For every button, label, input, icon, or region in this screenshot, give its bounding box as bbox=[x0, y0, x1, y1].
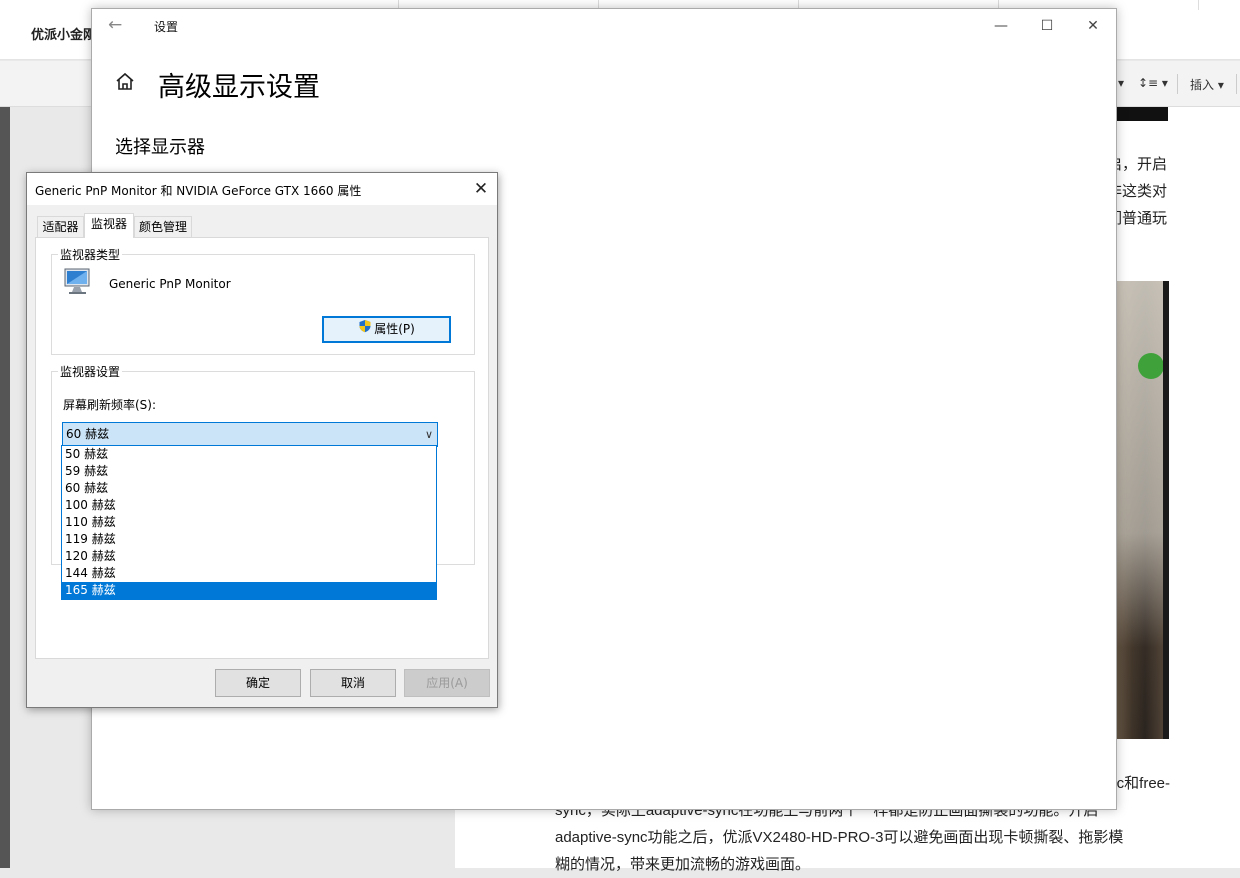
monitor-type-group-label: 监视器类型 bbox=[58, 246, 123, 263]
tab-color-management[interactable]: 颜色管理 bbox=[134, 216, 192, 238]
dialog-titlebar[interactable]: Generic PnP Monitor 和 NVIDIA GeForce GTX… bbox=[27, 173, 497, 205]
home-icon[interactable] bbox=[114, 71, 136, 99]
back-arrow-icon[interactable]: ← bbox=[108, 15, 122, 35]
dialog-title: Generic PnP Monitor 和 NVIDIA GeForce GTX… bbox=[35, 184, 362, 198]
section-heading: 选择显示器 bbox=[115, 137, 205, 158]
refresh-rate-option-165[interactable]: 165 赫兹 bbox=[62, 582, 436, 599]
background-text-line: 糊的情况，带来更加流畅的游戏画面。 bbox=[555, 856, 811, 873]
tab-divider bbox=[1198, 0, 1199, 10]
background-image-edge bbox=[1116, 107, 1168, 121]
line-spacing-button[interactable]: ↕≡ ▾ bbox=[1138, 76, 1168, 90]
monitor-name: Generic PnP Monitor bbox=[109, 277, 231, 291]
settings-window-title: 设置 bbox=[154, 20, 179, 34]
insert-menu-button[interactable]: 插入 ▾ bbox=[1190, 76, 1224, 93]
cancel-button[interactable]: 取消 bbox=[310, 669, 396, 697]
refresh-rate-selected-value: 60 赫兹 bbox=[66, 427, 110, 441]
toolbar-dropdown-caret[interactable]: ▾ bbox=[1118, 76, 1124, 90]
page-title: 高级显示设置 bbox=[158, 72, 320, 103]
monitor-settings-group-label: 监视器设置 bbox=[58, 363, 123, 380]
uac-shield-icon bbox=[358, 318, 372, 341]
toolbar-divider bbox=[1177, 74, 1178, 94]
monitor-properties-button-label: 属性(P) bbox=[374, 322, 415, 336]
chevron-down-icon: ∨ bbox=[424, 428, 433, 441]
background-left-strip bbox=[0, 107, 10, 868]
monitor-properties-dialog: Generic PnP Monitor 和 NVIDIA GeForce GTX… bbox=[26, 172, 498, 708]
maximize-button[interactable]: ☐ bbox=[1024, 15, 1070, 37]
apply-button[interactable]: 应用(A) bbox=[404, 669, 490, 697]
dialog-close-button[interactable]: ✕ bbox=[467, 177, 495, 201]
home-icon-graphic bbox=[116, 72, 134, 90]
monitor-icon bbox=[63, 267, 91, 295]
monitor-properties-button[interactable]: 属性(P) bbox=[322, 316, 451, 343]
refresh-rate-option-119[interactable]: 119 赫兹 bbox=[62, 531, 436, 548]
refresh-rate-option-144[interactable]: 144 赫兹 bbox=[62, 565, 436, 582]
refresh-rate-label: 屏幕刷新频率(S): bbox=[63, 398, 157, 412]
background-monitor-photo bbox=[1116, 281, 1169, 739]
ok-button[interactable]: 确定 bbox=[215, 669, 301, 697]
tab-adapter[interactable]: 适配器 bbox=[37, 216, 84, 238]
photo-bezel bbox=[1163, 281, 1169, 739]
toolbar-divider bbox=[1236, 74, 1237, 94]
monitor-type-group: 监视器类型 Generic PnP Monitor 属性(P) bbox=[51, 246, 475, 355]
background-app-title: 优派小金刚 bbox=[31, 28, 97, 43]
minimize-button[interactable]: — bbox=[978, 15, 1024, 37]
refresh-rate-option-110[interactable]: 110 赫兹 bbox=[62, 514, 436, 531]
photo-green-badge bbox=[1138, 353, 1164, 379]
refresh-rate-option-50[interactable]: 50 赫兹 bbox=[62, 446, 436, 463]
monitor-icon-graphic bbox=[64, 268, 90, 294]
background-text-line: adaptive-sync功能之后，优派VX2480-HD-PRO-3可以避免画… bbox=[555, 829, 1124, 846]
refresh-rate-option-100[interactable]: 100 赫兹 bbox=[62, 497, 436, 514]
photo-screen-glow bbox=[1116, 281, 1169, 739]
refresh-rate-option-59[interactable]: 59 赫兹 bbox=[62, 463, 436, 480]
close-button[interactable]: ✕ bbox=[1070, 15, 1116, 37]
refresh-rate-option-60[interactable]: 60 赫兹 bbox=[62, 480, 436, 497]
refresh-rate-dropdown-list[interactable]: 50 赫兹 59 赫兹 60 赫兹 100 赫兹 110 赫兹 119 赫兹 1… bbox=[61, 445, 437, 600]
refresh-rate-select[interactable]: 60 赫兹 ∨ bbox=[62, 422, 438, 447]
uac-shield-graphic bbox=[359, 320, 371, 333]
tab-monitor[interactable]: 监视器 bbox=[84, 213, 134, 238]
refresh-rate-option-120[interactable]: 120 赫兹 bbox=[62, 548, 436, 565]
